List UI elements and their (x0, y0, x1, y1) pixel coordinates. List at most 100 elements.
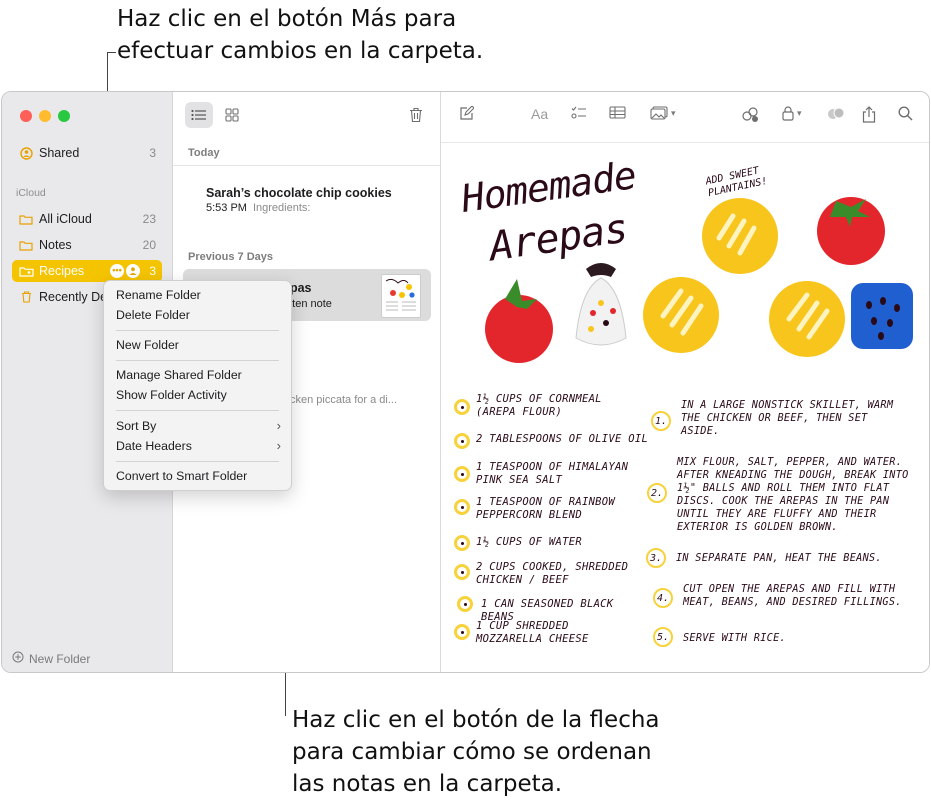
sidebar-item-label: Shared (39, 146, 80, 160)
person-icon[interactable] (126, 264, 140, 278)
menu-item-manage-shared-folder[interactable]: Manage Shared Folder (116, 366, 281, 384)
menu-item-rename-folder[interactable]: Rename Folder (116, 286, 281, 304)
sidebar-item-count: 20 (142, 238, 156, 252)
menu-item-label: Sort By (116, 419, 157, 433)
trash-icon (18, 291, 34, 303)
collaborate-link-button[interactable] (741, 106, 759, 123)
editor-toolbar: Aa ▾ ▾ (441, 92, 929, 143)
section-header-today: Today (188, 147, 220, 159)
note-thumbnail (381, 274, 421, 318)
list-view-button[interactable] (185, 102, 213, 128)
menu-separator (116, 410, 279, 411)
menu-item-sort-by[interactable]: Sort By › (116, 417, 281, 435)
ingredient-item: 1½ CUPS OF WATER (476, 536, 582, 548)
ingredient-item: 1 TEASPOON OF HIMALAYAN PINK SEA SALT (476, 461, 629, 486)
zoom-window-button[interactable] (58, 110, 70, 122)
ingredient-bullet (457, 596, 473, 612)
folder-icon (18, 240, 34, 251)
new-folder-button[interactable]: New Folder (12, 651, 90, 666)
callout-line: las notas en la carpeta. (292, 771, 563, 797)
shared-icon (18, 146, 34, 160)
menu-item-delete-folder[interactable]: Delete Folder (116, 306, 281, 324)
chevron-right-icon[interactable]: › (277, 417, 281, 435)
step-text: CUT OPEN THE AREPAS AND FILL WITH MEAT, … (683, 584, 902, 608)
sidebar-item-count: 3 (149, 264, 156, 278)
ingredient-bullet (454, 535, 470, 551)
menu-item-convert-to-smart-folder[interactable]: Convert to Smart Folder (116, 467, 281, 485)
delete-note-button[interactable] (402, 102, 430, 128)
step-text: IN A LARGE NONSTICK SKILLET, WARM THE CH… (681, 400, 894, 437)
step-number: 3. (646, 548, 666, 568)
sidebar-item-label: Recipes (39, 264, 85, 278)
ingredient-item: 1½ CUPS OF CORNMEAL (AREPA FLOUR) (476, 393, 602, 418)
ingredient-item: 1 CUP SHREDDED MOZZARELLA CHEESE (476, 620, 589, 645)
ingredient-bullet (454, 399, 470, 415)
lock-button[interactable]: ▾ (782, 106, 802, 121)
window-controls (20, 110, 70, 122)
step-number: 2. (647, 483, 667, 503)
plus-circle-icon (12, 651, 24, 666)
gallery-view-button[interactable] (218, 102, 246, 128)
minimize-window-button[interactable] (39, 110, 51, 122)
menu-item-date-headers[interactable]: Date Headers › (116, 437, 281, 455)
format-text-button[interactable]: Aa (531, 106, 548, 122)
callout-line: para cambiar cómo se ordenan (292, 739, 652, 765)
sidebar-item-all-icloud[interactable]: All iCloud 23 (12, 208, 162, 230)
folder-icon (18, 214, 34, 225)
note-preview-piccata[interactable]: cken piccata for a di... (290, 394, 397, 406)
menu-separator (116, 360, 279, 361)
close-window-button[interactable] (20, 110, 32, 122)
note-body[interactable]: Homemade Arepas ADD SWEET PLANTAINS! 1½ … (441, 143, 929, 672)
leader-line-top-tick (107, 52, 116, 53)
divider (173, 165, 440, 166)
ingredient-item: 2 CUPS COOKED, SHREDDED CHICKEN / BEEF (476, 561, 629, 586)
sidebar-item-count: 3 (149, 146, 156, 160)
search-icon[interactable] (898, 106, 913, 121)
sidebar-item-recipes[interactable]: Recipes ••• 3 (12, 260, 162, 282)
step-text: MIX FLOUR, SALT, PEPPER, AND WATER. AFTE… (677, 457, 909, 533)
callout-line: efectuar cambios en la carpeta. (117, 38, 484, 64)
chevron-right-icon[interactable]: › (277, 437, 281, 455)
note-preview: Ingredients: (252, 202, 311, 214)
step-text: SERVE WITH RICE. (683, 633, 786, 644)
new-folder-label: New Folder (29, 651, 91, 666)
menu-separator (116, 330, 279, 331)
step-number: 5. (653, 627, 673, 647)
note-title: Sarah’s chocolate chip cookies (206, 186, 392, 200)
callout-more-button: Haz clic en el botón Más para efectuar c… (117, 3, 483, 67)
ingredient-item: 1 TEASPOON OF RAINBOW PEPPERCORN BLEND (476, 496, 616, 521)
menu-item-show-folder-activity[interactable]: Show Folder Activity (116, 386, 281, 404)
note-editor: Aa ▾ ▾ Homemade Arepas ADD SWEET PLANTAI… (441, 92, 929, 672)
step-text: IN SEPARATE PAN, HEAT THE BEANS. (676, 553, 882, 564)
note-item-cookies[interactable]: Sarah’s chocolate chip cookies 5:53 PM In… (206, 186, 454, 214)
sidebar-item-notes[interactable]: Notes 20 (12, 234, 162, 256)
sidebar-item-shared[interactable]: Shared 3 (12, 142, 162, 164)
ingredient-bullet (454, 466, 470, 482)
share-icon[interactable] (862, 106, 876, 123)
more-button[interactable]: ••• (110, 264, 124, 278)
sidebar-section-icloud: iCloud (16, 187, 46, 199)
sidebar-item-count: 23 (142, 212, 156, 226)
compose-button[interactable] (459, 106, 474, 121)
sidebar-item-label: Notes (39, 238, 72, 252)
checklist-button[interactable] (571, 106, 587, 120)
step-number: 4. (653, 588, 673, 608)
menu-item-label: Date Headers (116, 439, 192, 453)
menu-item-new-folder[interactable]: New Folder (116, 336, 281, 354)
sidebar-item-label: All iCloud (39, 212, 92, 226)
section-header-previous-7-days: Previous 7 Days (188, 251, 273, 263)
step-number: 1. (651, 411, 671, 431)
callout-line: Haz clic en el botón Más para (117, 6, 457, 32)
folder-context-menu: Rename Folder Delete Folder New Folder M… (103, 280, 292, 491)
callout-line: Haz clic en el botón de la flecha (292, 707, 660, 733)
table-button[interactable] (609, 106, 626, 119)
ingredient-bullet (454, 499, 470, 515)
ingredient-item: 2 TABLESPOONS OF OLIVE OIL (476, 433, 649, 445)
ingredient-bullet (454, 624, 470, 640)
note-time: 5:53 PM (206, 202, 247, 214)
media-button[interactable]: ▾ (650, 106, 676, 120)
shared-folder-icon (18, 266, 34, 277)
share-collaborators-button[interactable] (827, 106, 845, 121)
note-meta: 5:53 PM Ingredients: (206, 202, 454, 214)
callout-arrow-button: Haz clic en el botón de la flecha para c… (292, 704, 660, 800)
